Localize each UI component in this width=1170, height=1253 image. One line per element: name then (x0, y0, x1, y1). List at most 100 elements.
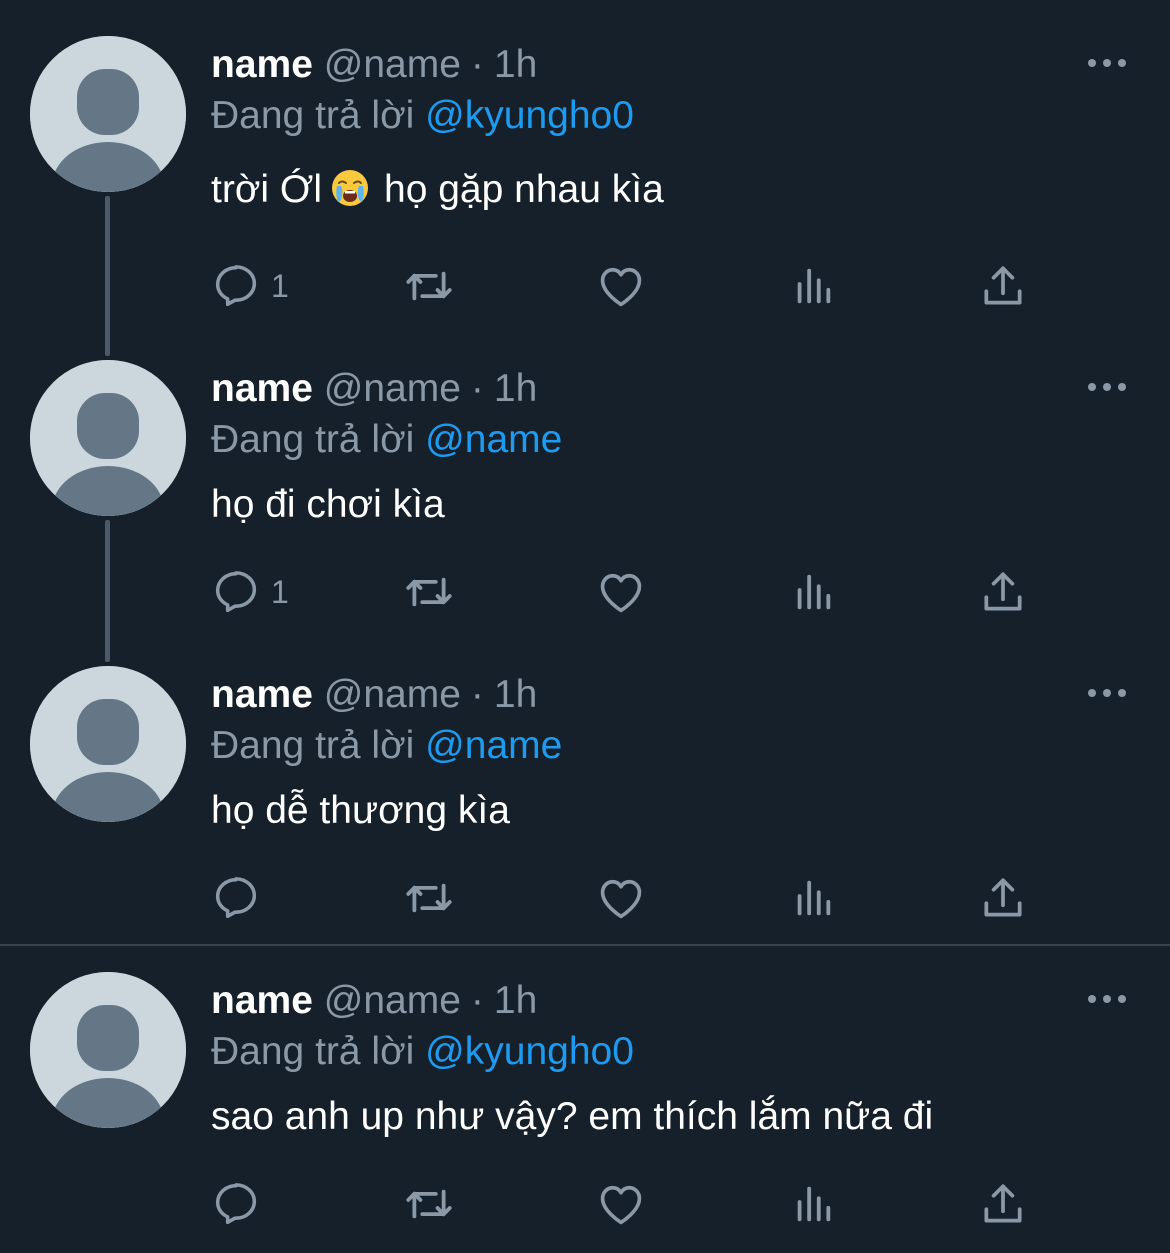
views-icon (790, 569, 836, 615)
like-button[interactable] (595, 1174, 647, 1234)
reply-count: 1 (271, 268, 289, 304)
heart-icon (595, 260, 647, 312)
avatar[interactable] (30, 360, 186, 516)
more-options-button[interactable] (1086, 52, 1128, 74)
reply-mention-link[interactable]: @kyungho0 (425, 1030, 634, 1073)
reply-icon (211, 1179, 261, 1229)
retweet-icon (402, 259, 456, 313)
user-handle[interactable]: @name (324, 673, 461, 716)
tweet-header: name @name · 1h (211, 364, 537, 414)
separator-dot: · (470, 979, 484, 1022)
reply-mention-link[interactable]: @kyungho0 (425, 94, 634, 137)
separator-dot: · (470, 43, 484, 86)
display-name[interactable]: name (211, 673, 313, 716)
reply-icon (211, 873, 261, 923)
separator-dot: · (470, 367, 484, 410)
replying-to: Đang trả lời @name (211, 721, 562, 771)
separator-dot: · (470, 673, 484, 716)
user-handle[interactable]: @name (324, 979, 461, 1022)
more-icon (1088, 995, 1126, 1003)
tweet[interactable]: name @name · 1h Đang trả lời @kyungho0 sao… (0, 936, 1170, 1253)
tweet-text-part: trời Ớl (211, 168, 323, 211)
reply-mention-link[interactable]: @name (425, 724, 562, 767)
share-button[interactable] (978, 868, 1028, 928)
heart-icon (595, 566, 647, 618)
tweet-text: họ dễ thương kìa (211, 789, 510, 832)
more-icon (1088, 383, 1126, 391)
replying-to-label: Đang trả lời (211, 94, 415, 137)
like-button[interactable] (595, 868, 647, 928)
share-button[interactable] (978, 562, 1028, 622)
user-handle[interactable]: @name (324, 43, 461, 86)
views-button[interactable] (790, 868, 836, 928)
like-button[interactable] (595, 562, 647, 622)
reply-button[interactable] (211, 1174, 271, 1234)
tweet[interactable]: name @name · 1h Đang trả lời @name họ dễ t… (0, 630, 1170, 942)
reply-button[interactable]: 1 (211, 562, 289, 622)
retweet-button[interactable] (402, 868, 456, 928)
replying-to: Đang trả lời @kyungho0 (211, 1027, 634, 1077)
tweet-text: họ đi chơi kìa (211, 483, 445, 526)
timestamp[interactable]: 1h (494, 673, 537, 716)
reply-button[interactable] (211, 868, 271, 928)
loudly-crying-face-emoji (330, 168, 370, 208)
timestamp[interactable]: 1h (494, 43, 537, 86)
timestamp[interactable]: 1h (494, 979, 537, 1022)
retweet-icon (402, 565, 456, 619)
user-handle[interactable]: @name (324, 367, 461, 410)
like-button[interactable] (595, 256, 647, 316)
tweet-text-part: họ gặp nhau kìa (384, 168, 664, 211)
replying-to: Đang trả lời @kyungho0 (211, 91, 634, 141)
share-icon (978, 1179, 1028, 1229)
views-icon (790, 1181, 836, 1227)
retweet-icon (402, 871, 456, 925)
retweet-button[interactable] (402, 256, 456, 316)
display-name[interactable]: name (211, 979, 313, 1022)
tweet-actions (0, 868, 1170, 928)
views-button[interactable] (790, 562, 836, 622)
tweet-actions (0, 1174, 1170, 1234)
avatar[interactable] (30, 36, 186, 192)
reply-button[interactable]: 1 (211, 256, 289, 316)
reply-icon (211, 567, 261, 617)
tweet-header: name @name · 1h (211, 976, 537, 1026)
tweet-actions: 1 (0, 562, 1170, 622)
tweet-header: name @name · 1h (211, 40, 537, 90)
reply-icon (211, 261, 261, 311)
share-icon (978, 567, 1028, 617)
views-icon (790, 875, 836, 921)
replying-to-label: Đang trả lời (211, 1030, 415, 1073)
share-button[interactable] (978, 256, 1028, 316)
display-name[interactable]: name (211, 367, 313, 410)
more-icon (1088, 689, 1126, 697)
share-icon (978, 873, 1028, 923)
more-options-button[interactable] (1086, 682, 1128, 704)
tweet-text: sao anh up như vậy? em thích lắm nữa đi (211, 1095, 934, 1138)
tweet[interactable]: name @name · 1h Đang trả lời @name họ đi c… (0, 324, 1170, 630)
tweet-actions: 1 (0, 256, 1170, 316)
replying-to-label: Đang trả lời (211, 418, 415, 461)
share-button[interactable] (978, 1174, 1028, 1234)
display-name[interactable]: name (211, 43, 313, 86)
more-options-button[interactable] (1086, 988, 1128, 1010)
heart-icon (595, 872, 647, 924)
views-button[interactable] (790, 1174, 836, 1234)
retweet-button[interactable] (402, 562, 456, 622)
reply-count: 1 (271, 574, 289, 610)
views-button[interactable] (790, 256, 836, 316)
tweet-header: name @name · 1h (211, 670, 537, 720)
avatar[interactable] (30, 666, 186, 822)
replying-to-label: Đang trả lời (211, 724, 415, 767)
retweet-button[interactable] (402, 1174, 456, 1234)
retweet-icon (402, 1177, 456, 1231)
timestamp[interactable]: 1h (494, 367, 537, 410)
tweet-text: trời Ớl họ gặp nhau kìa (211, 165, 664, 215)
replying-to: Đang trả lời @name (211, 415, 562, 465)
share-icon (978, 261, 1028, 311)
views-icon (790, 263, 836, 309)
avatar[interactable] (30, 972, 186, 1128)
tweet[interactable]: name @name · 1h Đang trả lời @kyungho0 trờ… (0, 0, 1170, 325)
more-options-button[interactable] (1086, 376, 1128, 398)
heart-icon (595, 1178, 647, 1230)
reply-mention-link[interactable]: @name (425, 418, 562, 461)
